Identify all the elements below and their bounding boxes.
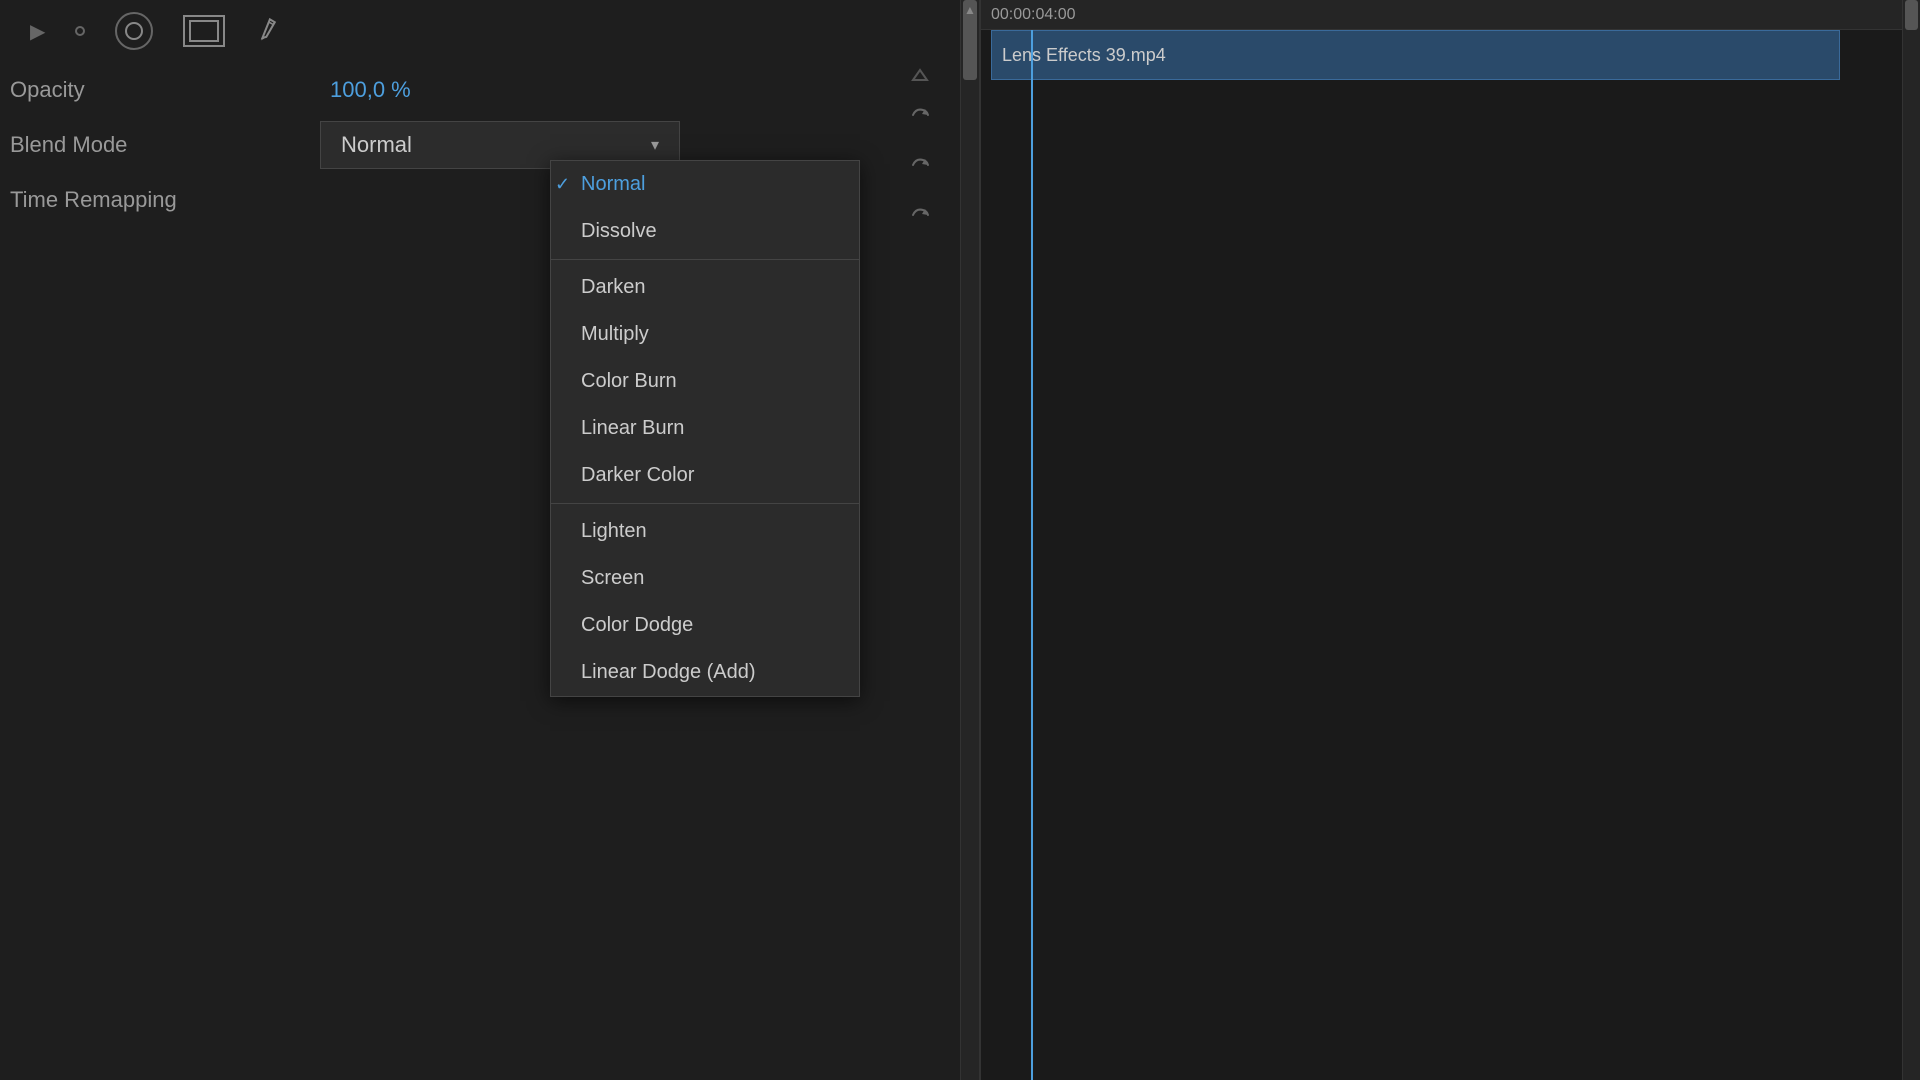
- keyframe-dot: [75, 26, 85, 36]
- dropdown-item-screen[interactable]: Screen: [551, 555, 859, 602]
- reset-timeremap-button[interactable]: [900, 190, 940, 240]
- dropdown-item-darken[interactable]: Darken: [551, 264, 859, 311]
- toolbar: ▶: [0, 0, 960, 62]
- dropdown-item-label: Lighten: [581, 520, 647, 543]
- opacity-value[interactable]: 100,0 %: [330, 77, 411, 103]
- dropdown-item-dissolve[interactable]: Dissolve: [551, 208, 859, 255]
- dropdown-item-label: Linear Dodge (Add): [581, 661, 756, 684]
- timeline-scrollbar-thumb[interactable]: [1905, 0, 1918, 30]
- dropdown-item-label: Darken: [581, 276, 645, 299]
- reset-blend-button[interactable]: [900, 140, 940, 190]
- dropdown-item-color-burn[interactable]: Color Burn: [551, 358, 859, 405]
- timeline-header: 00:00:04:00: [981, 0, 1920, 30]
- expand-arrow[interactable]: ▶: [30, 19, 45, 44]
- dropdown-item-label: Darker Color: [581, 464, 694, 487]
- time-remapping-label: Time Remapping: [10, 187, 310, 213]
- opacity-row: Opacity 100,0 %: [0, 62, 960, 117]
- dropdown-item-label: Linear Burn: [581, 417, 684, 440]
- reset-icons-column: [900, 60, 940, 240]
- dropdown-item-multiply[interactable]: Multiply: [551, 311, 859, 358]
- dropdown-divider-2: [551, 503, 859, 504]
- dropdown-item-lighten[interactable]: Lighten: [551, 508, 859, 555]
- timeline-scrollbar[interactable]: [1902, 0, 1920, 1080]
- playhead-line: [1031, 30, 1033, 1080]
- scroll-icon: [909, 64, 931, 86]
- dropdown-item-label: Screen: [581, 567, 644, 590]
- pen-icon[interactable]: [251, 10, 287, 51]
- reset-opacity-button[interactable]: [900, 90, 940, 140]
- blend-mode-label: Blend Mode: [10, 132, 310, 158]
- chevron-down-icon: ▾: [651, 135, 659, 155]
- clip-name: Lens Effects 39.mp4: [1002, 45, 1166, 66]
- dropdown-item-linear-dodge[interactable]: Linear Dodge (Add): [551, 649, 859, 696]
- dropdown-item-normal[interactable]: ✓ Normal: [551, 161, 859, 208]
- dropdown-divider-1: [551, 259, 859, 260]
- dropdown-item-darker-color[interactable]: Darker Color: [551, 452, 859, 499]
- properties-panel: ▶ Opacity 100,: [0, 0, 960, 1080]
- dropdown-item-linear-burn[interactable]: Linear Burn: [551, 405, 859, 452]
- dropdown-item-color-dodge[interactable]: Color Dodge: [551, 602, 859, 649]
- circle-icon[interactable]: [115, 12, 153, 50]
- rectangle-icon[interactable]: [183, 15, 225, 47]
- timeline-timestamp: 00:00:04:00: [991, 6, 1076, 24]
- dropdown-item-label: Color Burn: [581, 370, 677, 393]
- dropdown-item-label: Normal: [581, 173, 645, 196]
- blend-mode-current-value: Normal: [341, 132, 651, 158]
- vertical-scrollbar[interactable]: ▲: [960, 0, 980, 1080]
- scroll-up-button[interactable]: ▲: [961, 0, 979, 20]
- opacity-label: Opacity: [10, 77, 310, 103]
- checkmark-icon: ✓: [555, 174, 570, 195]
- reset-icon-scroll: [900, 60, 940, 90]
- timeline-panel: 00:00:04:00 Lens Effects 39.mp4: [980, 0, 1920, 1080]
- dropdown-item-label: Color Dodge: [581, 614, 693, 637]
- dropdown-item-label: Multiply: [581, 323, 649, 346]
- timeline-clip[interactable]: Lens Effects 39.mp4: [991, 30, 1840, 80]
- blend-mode-dropdown: ✓ Normal Dissolve Darken Multiply Color …: [550, 160, 860, 697]
- dropdown-item-label: Dissolve: [581, 220, 657, 243]
